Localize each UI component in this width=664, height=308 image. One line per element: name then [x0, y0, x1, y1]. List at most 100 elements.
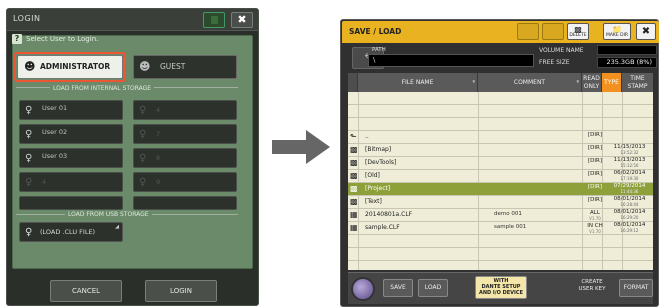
user-slot-label: User 01: [42, 104, 68, 112]
slot-number: 9: [156, 178, 161, 186]
user-slot-2[interactable]: ♀ User 02: [19, 124, 123, 144]
folder-icon: ▩: [350, 158, 358, 167]
key-icon: [211, 16, 218, 24]
free-size-label: FREE SIZE: [539, 59, 570, 66]
create-user-key-button[interactable]: CREATE USER KEY: [575, 278, 609, 298]
user-slot-4[interactable]: ♀ 4: [19, 172, 123, 192]
table-row[interactable]: [348, 92, 653, 105]
comment-header: COMMENT: [513, 79, 546, 86]
internal-storage-heading: LOAD FROM INTERNAL STORAGE: [50, 85, 155, 92]
table-row[interactable]: ▩ [Text] [DIR] 08/01/2014 16:28:44: [348, 196, 653, 209]
read-only-header-line2: ONLY: [583, 83, 600, 90]
disabled-tool-button[interactable]: [542, 23, 564, 40]
table-row[interactable]: [348, 248, 653, 261]
folder-icon: ▩: [350, 197, 358, 206]
time: 16:28:44: [620, 202, 639, 207]
slot-number: 7: [156, 130, 161, 138]
right-arrow-icon: [272, 130, 330, 164]
time-stamp: 11/13/2013 15:12:50: [606, 157, 653, 169]
key-icon: ♀: [25, 227, 33, 238]
delete-label: DELETE: [569, 33, 587, 38]
table-row[interactable]: ▩ [Bitmap] [DIR] 11/15/2013 13:52:32: [348, 144, 653, 157]
administrator-label: ADMINISTRATOR: [40, 62, 111, 71]
file-name: 20140801a.CLF: [365, 211, 413, 218]
corner-marker-icon: ◢: [115, 224, 119, 230]
select-knob-icon[interactable]: [351, 277, 375, 301]
user-slot-4[interactable]: ♀ 4: [133, 100, 237, 120]
login-button[interactable]: LOGIN: [145, 280, 217, 302]
dante-setup-toggle[interactable]: WITH DANTE SETUP AND I/O DEVICE: [475, 276, 527, 299]
user-slot-1[interactable]: ♀ User 01: [19, 100, 123, 120]
dante-line3: AND I/O DEVICE: [478, 290, 523, 296]
make-dir-label: MAKE DIR: [605, 33, 629, 38]
format-button[interactable]: FORMAT: [619, 279, 653, 297]
user-icon: ☻: [24, 60, 36, 73]
file-name: [Old]: [365, 172, 380, 179]
usb-storage-heading: LOAD FROM USB STORAGE: [65, 211, 152, 218]
slot-number: 4: [156, 106, 161, 114]
table-row[interactable]: ⬑ .. [DIR]: [348, 131, 653, 144]
user-slot-5[interactable]: [19, 196, 123, 210]
table-row[interactable]: [348, 235, 653, 248]
table-row[interactable]: ▦ 20140801a.CLF demo 001 ALL V1.70 08/01/…: [348, 209, 653, 222]
file-name: [Text]: [365, 198, 382, 205]
save-button[interactable]: SAVE: [383, 279, 413, 297]
folder-icon: ▩: [350, 184, 358, 193]
type-header: TYPE: [604, 79, 619, 86]
version: V1.70: [589, 229, 601, 234]
volume-name-label: VOLUME NAME: [539, 47, 584, 54]
user-slot-8[interactable]: ♀ 8: [133, 148, 237, 168]
time-stamp-header-line2: STAMP: [627, 83, 648, 90]
key-icon: ♀: [25, 105, 33, 116]
table-row[interactable]: ▦ sample.CLF sample 001 IN CH V1.70 08/01…: [348, 222, 653, 235]
save-load-window: SAVE / LOAD ▩ DELETE 📁 MAKE DIR ✖ ↰ PATH…: [340, 19, 659, 307]
read-only-header-line1: READ: [583, 75, 600, 82]
file-list: ⬑ .. [DIR] ▩ [Bitmap] [DIR] 11/15/2013 13…: [348, 92, 653, 270]
file-name-header: FILE NAME: [401, 79, 434, 86]
save-load-close-button[interactable]: ✖: [636, 23, 656, 40]
table-row[interactable]: [348, 118, 653, 131]
user-slot-7[interactable]: ♀ 7: [133, 124, 237, 144]
make-dir-button[interactable]: 📁 MAKE DIR: [603, 23, 631, 40]
time: 15:12:50: [620, 163, 639, 168]
sort-file-name-button[interactable]: FILE NAME ▾: [358, 73, 478, 92]
key-icon: ♀: [139, 153, 147, 164]
sort-icon: ▾: [576, 79, 579, 85]
header-icon-column: [348, 73, 358, 92]
cancel-button[interactable]: CANCEL: [50, 280, 122, 302]
folder-icon: ▩: [350, 145, 358, 154]
help-icon: ?: [12, 34, 22, 44]
sort-time-stamp-button[interactable]: TIME STAMP: [622, 73, 653, 92]
file-icon: ▦: [350, 223, 358, 232]
time: 13:52:32: [620, 150, 639, 155]
load-clu-file-button[interactable]: ♀ (LOAD .CLU FILE) ◢: [19, 222, 123, 242]
load-button[interactable]: LOAD: [418, 279, 448, 297]
file-name: [Project]: [365, 185, 391, 192]
user-icon: ☻: [139, 60, 151, 73]
disabled-tool-button[interactable]: [517, 23, 539, 40]
file-comment: sample 001: [494, 224, 527, 230]
table-row[interactable]: ▩ [DevTools] [DIR] 11/13/2013 15:12:50: [348, 157, 653, 170]
version: V1.70: [589, 216, 601, 221]
user-slot-9[interactable]: ♀ 9: [133, 172, 237, 192]
time-stamp-header-line1: TIME: [630, 75, 645, 82]
table-row-selected[interactable]: ▩ [Project] [DIR] 07/29/2014 11:44:36: [348, 183, 653, 196]
sort-icon: ▾: [472, 79, 475, 85]
sort-comment-button[interactable]: COMMENT ▾: [478, 73, 582, 92]
key-button[interactable]: [203, 12, 225, 28]
user-slot-10[interactable]: [133, 196, 237, 210]
guest-label: GUEST: [160, 62, 186, 71]
file-icon: ▦: [350, 210, 358, 219]
file-type: [DIR]: [588, 184, 602, 190]
file-type: [DIR]: [588, 158, 602, 164]
login-close-button[interactable]: ✖: [231, 12, 253, 28]
table-row[interactable]: [348, 105, 653, 118]
delete-button[interactable]: ▩ DELETE: [567, 23, 589, 40]
user-slot-label: User 03: [42, 152, 68, 160]
table-row[interactable]: ▩ [Old] [DIR] 06/02/2014 17:19:30: [348, 170, 653, 183]
up-arrow-icon: ⬑: [350, 132, 357, 141]
file-type: [DIR]: [588, 171, 602, 177]
sort-type-button[interactable]: TYPE: [602, 73, 622, 92]
user-slot-3[interactable]: ♀ User 03: [19, 148, 123, 168]
path-label: PATH: [372, 47, 386, 53]
